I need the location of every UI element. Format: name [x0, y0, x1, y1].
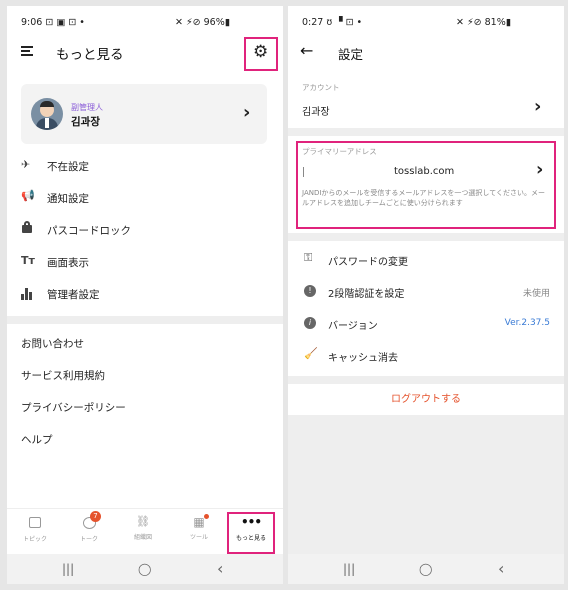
setting-label: 2段階認証を設定 [328, 289, 405, 300]
account-label: アカウント [302, 83, 340, 92]
divider [288, 128, 564, 136]
primary-email: tosslab.com [394, 166, 455, 177]
back-button[interactable]: ‹ [498, 559, 504, 578]
setting-clear-cache[interactable]: 🧹 キャッシュ消去 [288, 342, 564, 370]
tab-label: トーク [79, 536, 98, 543]
account-name: 김과장 [302, 107, 330, 118]
tab-org[interactable]: ⛓ 組織図 [121, 515, 165, 551]
divider [7, 316, 283, 324]
menu-item-label: 画面表示 [47, 257, 89, 269]
menu-item-label: 管理者設定 [47, 289, 100, 301]
chevron-right-icon: › [536, 159, 544, 180]
link-privacy[interactable]: プライバシーポリシー [21, 400, 126, 415]
back-button[interactable]: ‹ [217, 559, 223, 578]
key-icon: ⚿ [304, 251, 313, 264]
gear-icon[interactable]: ⚙ [253, 42, 268, 62]
primary-address-label: プライマリーアドレス [302, 147, 377, 156]
tab-tools[interactable]: ▦ ツール [177, 514, 221, 551]
status-time: 9:06 ⊡ ▣ ⊡ • [21, 17, 85, 28]
chevron-right-icon: › [534, 96, 542, 117]
divider [288, 233, 564, 241]
profile-name: 김과장 [71, 116, 100, 128]
chevron-right-icon: › [243, 102, 251, 123]
empty-area [288, 415, 564, 554]
broom-icon: 🧹 [304, 347, 318, 360]
tab-label: 組織図 [133, 534, 152, 541]
divider [288, 376, 564, 384]
tools-icon: ▦ [193, 515, 205, 529]
page-title: 設定 [338, 47, 364, 62]
profile-role: 副管理人 [71, 103, 103, 112]
notification-badge: 7 [90, 511, 101, 522]
avatar [31, 98, 63, 130]
setting-version[interactable]: i バージョン Ver.2.37.5 [288, 310, 564, 338]
recents-button[interactable]: ||| [343, 562, 355, 576]
more-screen: 9:06 ⊡ ▣ ⊡ • ✕ ⚡⊘ 96%▮ もっと見る ⚙ 副管理人 김과장 … [7, 6, 283, 584]
link-contact[interactable]: お問い合わせ [21, 336, 84, 351]
menu-icon[interactable] [21, 46, 33, 56]
tab-more[interactable]: ••• もっと見る [229, 515, 273, 551]
menu-item-display[interactable]: Tт 画面表示 [21, 252, 271, 274]
menu-item-label: パスコードロック [47, 225, 131, 237]
version-value: Ver.2.37.5 [504, 318, 550, 328]
setting-password[interactable]: ⚿ パスワードの変更 [288, 246, 564, 274]
menu-item-admin[interactable]: 管理者設定 [21, 284, 271, 306]
status-indicators: ✕ ⚡⊘ 81%▮ [456, 17, 511, 28]
home-button[interactable]: ◯ [419, 562, 432, 576]
setting-value: 未使用 [522, 289, 550, 299]
shield-icon: ! [304, 285, 316, 297]
org-chart-icon: ⛓ [136, 515, 150, 528]
setting-label: パスワードの変更 [328, 257, 408, 268]
more-icon: ••• [240, 515, 262, 529]
status-indicators: ✕ ⚡⊘ 96%▮ [175, 17, 230, 28]
tab-label: もっと見る [235, 535, 266, 542]
profile-card[interactable]: 副管理人 김과장 › [21, 84, 267, 144]
tab-bar: トピック 7 トーク ⛓ 組織図 ▦ ツール ••• もっと見る [7, 508, 283, 554]
status-time: 0:27 ʊ ▝ ⊡ • [302, 17, 363, 28]
primary-address-row[interactable]: tosslab.com › [300, 159, 554, 184]
status-bar: 0:27 ʊ ▝ ⊡ • ✕ ⚡⊘ 81%▮ [288, 6, 564, 36]
account-row[interactable]: アカウント 김과장 › [288, 82, 564, 124]
menu-item-away[interactable]: ✈ 不在設定 [21, 156, 271, 178]
primary-address-description: JANDIからのメールを受信するメールアドレスを一つ選択してください。メールアド… [302, 189, 545, 207]
system-nav-bar: ||| ◯ ‹ [288, 554, 564, 584]
info-icon: i [304, 317, 316, 329]
megaphone-icon: 📢 [21, 189, 35, 202]
bar-chart-icon [21, 288, 33, 300]
system-nav-bar: ||| ◯ ‹ [7, 554, 283, 584]
recents-button[interactable]: ||| [62, 562, 74, 576]
setting-2fa[interactable]: ! 2段階認証を設定 未使用 [288, 278, 564, 306]
menu-item-notifications[interactable]: 📢 通知設定 [21, 188, 271, 210]
tab-label: トピック [22, 536, 47, 543]
setting-label: バージョン [328, 321, 378, 332]
plane-icon: ✈ [21, 158, 31, 171]
menu-item-label: 通知設定 [47, 193, 89, 205]
tab-topic[interactable]: トピック [13, 515, 57, 551]
setting-label: キャッシュ消去 [328, 353, 398, 364]
home-button[interactable]: ◯ [138, 562, 151, 576]
menu-item-label: 不在設定 [47, 161, 89, 173]
logout-button[interactable]: ログアウトする [288, 385, 564, 415]
status-bar: 9:06 ⊡ ▣ ⊡ • ✕ ⚡⊘ 96%▮ [7, 6, 283, 36]
page-title: もっと見る [56, 47, 124, 63]
text-size-icon: Tт [21, 254, 35, 267]
link-terms[interactable]: サービス利用規約 [21, 368, 105, 383]
topic-icon [29, 517, 41, 528]
link-help[interactable]: ヘルプ [21, 432, 53, 447]
tab-talk[interactable]: 7 トーク [67, 511, 111, 551]
menu-item-passcode[interactable]: パスコードロック [21, 220, 271, 242]
settings-screen: 0:27 ʊ ▝ ⊡ • ✕ ⚡⊘ 81%▮ ← 設定 アカウント 김과장 › … [288, 6, 564, 584]
back-arrow-icon[interactable]: ← [300, 41, 313, 60]
tab-label: ツール [189, 534, 208, 541]
